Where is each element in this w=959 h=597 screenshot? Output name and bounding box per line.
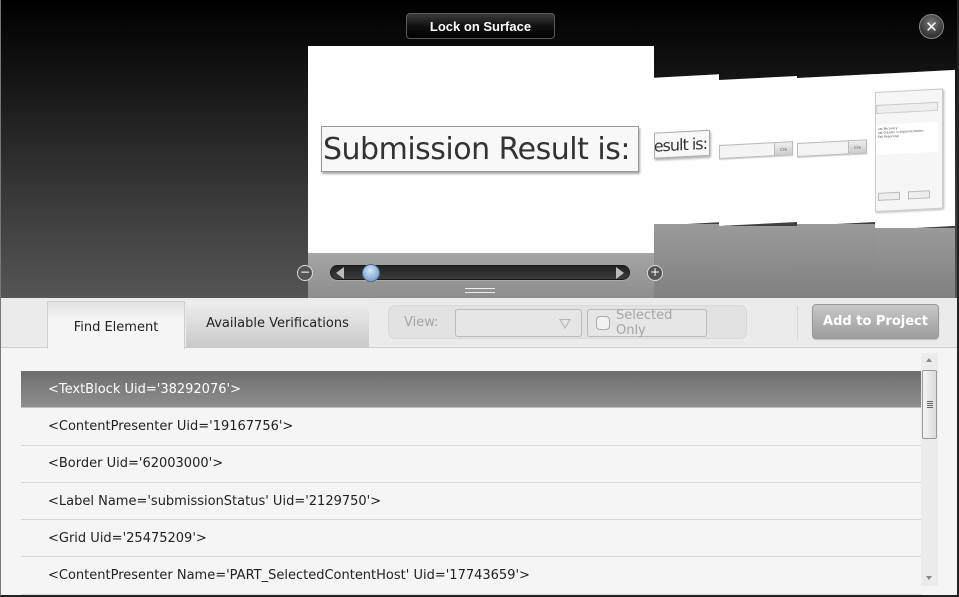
close-icon[interactable]: ✕	[919, 14, 944, 39]
panel-toolbar: Find Element Available Verifications Vie…	[1, 298, 957, 349]
preview-dialog: ust Recovery ost Greater in Implementati…	[875, 88, 943, 213]
preview-reflection	[875, 228, 955, 298]
minus-icon[interactable]: −	[297, 265, 313, 281]
element-list-item[interactable]: <ContentPresenter Uid='19167756'>	[21, 408, 921, 446]
preview-card[interactable]: Cre	[797, 73, 875, 227]
checkbox-box[interactable]	[596, 316, 610, 330]
element-list-item[interactable]: <Border Uid='62003000'>	[21, 446, 921, 483]
scroll-up-arrow-icon[interactable]	[926, 358, 932, 362]
tab-find-element[interactable]: Find Element	[47, 301, 185, 349]
preview-card[interactable]: esult is:	[654, 74, 719, 226]
chevron-down-icon	[559, 319, 571, 329]
selected-only-checkbox[interactable]: Selected Only	[587, 308, 707, 338]
preview-label: Submission Result is:	[321, 126, 639, 172]
element-list-item[interactable]: <ContentPresenter Name='PART_SelectedCon…	[21, 557, 921, 595]
preview-slider[interactable]	[330, 264, 630, 282]
scroll-down-arrow-icon[interactable]	[926, 576, 932, 580]
toolbar-divider	[797, 306, 798, 340]
scrollbar-thumb[interactable]	[922, 370, 937, 439]
preview-card[interactable]: ust Recovery ost Greater in Implementati…	[875, 69, 955, 231]
slider-right-arrow-icon[interactable]	[616, 267, 624, 279]
preview-reflection	[797, 224, 875, 298]
preview-input: Cre	[719, 141, 793, 160]
preview-label-partial: esult is:	[654, 129, 710, 159]
preview-card-selected[interactable]: Submission Result is:	[308, 46, 654, 253]
preview-reflection	[654, 224, 719, 298]
view-select[interactable]	[455, 309, 582, 337]
plus-icon[interactable]: +	[647, 265, 663, 281]
add-to-project-button[interactable]: Add to Project	[812, 304, 939, 339]
slider-left-arrow-icon[interactable]	[336, 267, 344, 279]
element-list-item[interactable]: <Label Name='submissionStatus' Uid='2129…	[21, 483, 921, 521]
element-preview-stage: Lock on Surface ✕ esult is: Cre Cre ust …	[0, 0, 959, 298]
slider-thumb[interactable]	[362, 264, 380, 282]
tab-available-verifications[interactable]: Available Verifications	[186, 302, 369, 348]
lock-on-surface-button[interactable]: Lock on Surface	[406, 13, 555, 39]
preview-input: Cre	[797, 139, 867, 158]
element-list-item[interactable]: <TextBlock Uid='38292076'>	[21, 371, 921, 409]
preview-card[interactable]: Cre	[719, 75, 797, 227]
element-panel: Find Element Available Verifications Vie…	[0, 298, 959, 597]
element-list: <TextBlock Uid='38292076'> <ContentPresen…	[21, 371, 921, 595]
selected-only-label: Selected Only	[615, 308, 673, 338]
view-filter-group: View: Selected Only	[388, 305, 747, 339]
preview-reflection	[719, 226, 797, 298]
element-list-item[interactable]: <Grid Uid='25475209'>	[21, 520, 921, 558]
resize-grip-handle[interactable]	[465, 288, 495, 293]
view-label: View:	[404, 315, 439, 330]
list-scrollbar[interactable]	[921, 353, 938, 586]
